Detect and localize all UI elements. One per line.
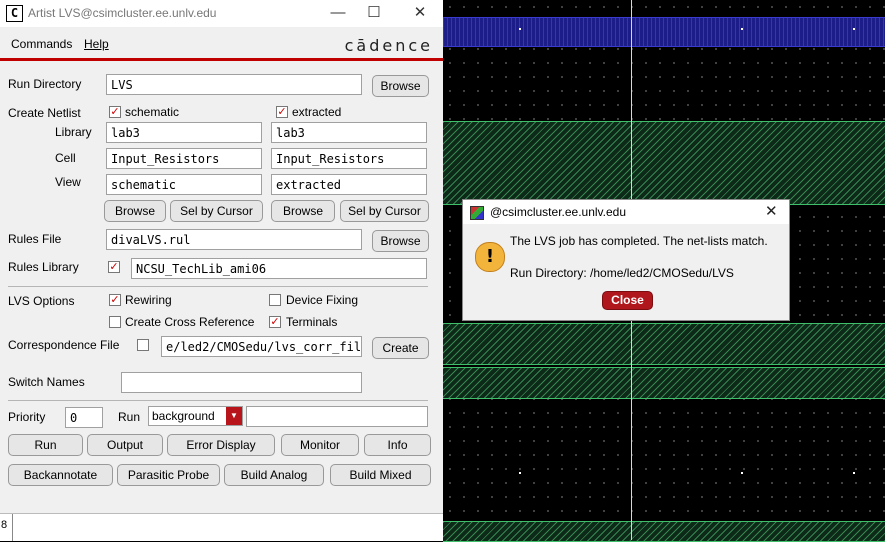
dialog-close-button[interactable]: Close (602, 291, 653, 310)
run-directory-browse-button[interactable]: Browse (372, 75, 429, 97)
schematic-checkbox-label: schematic (125, 105, 180, 119)
extracted-checkbox[interactable]: ✓ (276, 106, 288, 118)
rewiring-checkbox[interactable]: ✓ (109, 294, 121, 306)
active-layer-band (443, 323, 885, 365)
dialog-title: @csimcluster.ee.unlv.edu (490, 205, 627, 219)
dialog-run-directory: Run Directory: /home/led2/CMOSedu/LVS (510, 266, 734, 280)
monitor-button[interactable]: Monitor (281, 434, 359, 456)
rules-file-browse-button[interactable]: Browse (372, 230, 429, 252)
backannotate-button[interactable]: Backannotate (8, 464, 113, 486)
menu-commands[interactable]: Commands (11, 37, 72, 51)
library-label: Library (55, 125, 92, 139)
extracted-view-input[interactable]: extracted (271, 174, 427, 195)
extracted-cell-input[interactable]: Input_Resistors (271, 148, 427, 169)
title-bar[interactable]: C Artist LVS@csimcluster.ee.unlv.edu — ☐… (0, 0, 443, 27)
active-layer-band (443, 121, 885, 205)
rules-library-label: Rules Library (8, 260, 79, 274)
rewiring-label: Rewiring (125, 293, 172, 307)
extracted-browse-button[interactable]: Browse (271, 200, 335, 222)
status-text: 8 (1, 519, 8, 531)
close-window-button[interactable]: ✕ (409, 3, 431, 23)
rules-file-input[interactable]: divaLVS.rul (106, 229, 362, 250)
active-layer-band (443, 521, 885, 542)
rules-library-input[interactable]: NCSU_TechLib_ami06 (131, 258, 427, 279)
dialog-close-icon[interactable]: ✕ (765, 202, 778, 220)
correspondence-file-label: Correspondence File (8, 338, 120, 352)
menu-bar: Commands Help cādence (0, 27, 443, 61)
error-display-button[interactable]: Error Display (167, 434, 275, 456)
cell-label: Cell (55, 151, 76, 165)
build-analog-button[interactable]: Build Analog (224, 464, 324, 486)
dialog-title-bar[interactable]: @csimcluster.ee.unlv.edu ✕ (463, 200, 789, 224)
priority-input[interactable]: 0 (65, 407, 103, 428)
run-extra-input[interactable] (246, 406, 428, 427)
cross-reference-label: Create Cross Reference (125, 315, 255, 329)
terminals-label: Terminals (286, 315, 338, 329)
app-icon (470, 206, 484, 220)
maximize-button[interactable]: ☐ (363, 3, 385, 23)
priority-label: Priority (8, 410, 46, 424)
window-title: Artist LVS@csimcluster.ee.unlv.edu (28, 6, 217, 20)
extracted-sel-by-cursor-button[interactable]: Sel by Cursor (340, 200, 429, 222)
cadence-logo: cādence (344, 36, 433, 55)
correspondence-file-input[interactable]: e/led2/CMOSedu/lvs_corr_file (161, 336, 362, 357)
correspondence-create-button[interactable]: Create (372, 337, 429, 359)
cadence-c-icon: C (6, 5, 23, 22)
metal-layer-band (443, 17, 885, 47)
lvs-complete-dialog: @csimcluster.ee.unlv.edu ✕ ! The LVS job… (462, 199, 790, 321)
switch-names-label: Switch Names (8, 375, 85, 389)
terminals-checkbox[interactable]: ✓ (269, 316, 281, 328)
extracted-library-input[interactable]: lab3 (271, 122, 427, 143)
status-bar: 8 (0, 513, 443, 541)
switch-names-input[interactable] (121, 372, 362, 393)
menu-help[interactable]: Help (84, 37, 109, 51)
parasitic-probe-button[interactable]: Parasitic Probe (117, 464, 220, 486)
run-directory-input[interactable]: LVS (106, 74, 362, 95)
info-button[interactable]: Info (364, 434, 431, 456)
warning-icon: ! (475, 242, 505, 272)
correspondence-checkbox[interactable] (137, 339, 149, 351)
output-button[interactable]: Output (87, 434, 163, 456)
build-mixed-button[interactable]: Build Mixed (330, 464, 431, 486)
run-directory-label: Run Directory (8, 77, 82, 91)
schematic-browse-button[interactable]: Browse (104, 200, 166, 222)
chevron-down-icon[interactable]: ▼ (226, 407, 242, 425)
grid-marker (519, 28, 521, 30)
cross-reference-checkbox[interactable] (109, 316, 121, 328)
divider (8, 286, 428, 287)
rules-library-checkbox[interactable]: ✓ (108, 261, 120, 273)
extracted-checkbox-label: extracted (292, 105, 342, 119)
view-label: View (55, 175, 81, 189)
minimize-button[interactable]: — (327, 3, 349, 23)
dialog-body: ! The LVS job has completed. The net-lis… (463, 224, 789, 320)
run-mode-value: background (152, 409, 215, 423)
grid-marker (853, 472, 855, 474)
divider (8, 400, 428, 401)
run-mode-select[interactable]: background ▼ (148, 406, 243, 426)
rules-file-label: Rules File (8, 232, 62, 246)
schematic-sel-by-cursor-button[interactable]: Sel by Cursor (170, 200, 263, 222)
device-fixing-checkbox[interactable] (269, 294, 281, 306)
grid-marker (741, 472, 743, 474)
schematic-checkbox[interactable]: ✓ (109, 106, 121, 118)
grid-marker (519, 472, 521, 474)
run-label: Run (118, 410, 141, 424)
schematic-library-input[interactable]: lab3 (106, 122, 262, 143)
lvs-options-label: LVS Options (8, 294, 75, 308)
active-layer-band (443, 367, 885, 399)
schematic-view-input[interactable]: schematic (106, 174, 262, 195)
grid-marker (853, 28, 855, 30)
schematic-cell-input[interactable]: Input_Resistors (106, 148, 262, 169)
create-netlist-label: Create Netlist (8, 106, 81, 120)
grid-marker (741, 28, 743, 30)
artist-lvs-window: C Artist LVS@csimcluster.ee.unlv.edu — ☐… (0, 0, 443, 541)
run-button[interactable]: Run (8, 434, 83, 456)
status-divider (12, 514, 13, 541)
device-fixing-label: Device Fixing (286, 293, 359, 307)
dialog-message: The LVS job has completed. The net-lists… (510, 234, 768, 248)
